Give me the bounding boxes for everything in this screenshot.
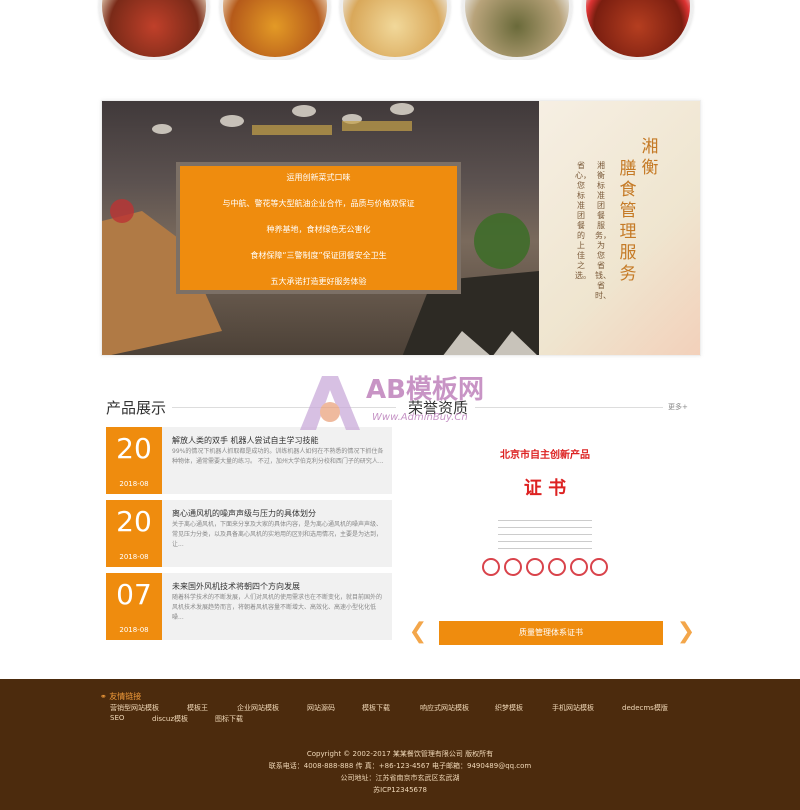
- vertical-text-1: 湘衡标准团餐服务，为您省钱、省时、: [595, 161, 611, 300]
- certificate-fragment: [420, 458, 480, 468]
- vertical-text-2: 省心，您标准团餐的上佳之选。: [575, 161, 591, 280]
- certificate-right[interactable]: [612, 448, 662, 608]
- copyright: Copyright © 2002-2017 某某餐饮管理有限公司 版权所有: [306, 750, 494, 758]
- contact-info: 联系电话：4008-888-888 传 真：+86-123-4567 电子邮箱：…: [268, 762, 532, 770]
- news-title[interactable]: 解放人类的双手 机器人尝试自主学习技能: [172, 435, 319, 446]
- seal-icon: [590, 558, 608, 576]
- news-day: 07: [116, 578, 152, 611]
- news-day: 20: [116, 432, 152, 465]
- feature-line: 与中航、警花等大型航油企业合作，品质与价格双保证: [222, 199, 415, 208]
- friend-link[interactable]: 营销型网站模板: [110, 703, 159, 713]
- friend-link[interactable]: 企业网站模板: [237, 703, 279, 713]
- links-title: ⚭ 友情链接: [100, 691, 141, 702]
- icp-number[interactable]: 苏ICP12345678: [0, 785, 800, 795]
- vertical-title-1: 湘衡: [641, 137, 659, 178]
- certificate-lines: [498, 514, 592, 554]
- feature-line: 种养基地，食材绿色无公害化: [266, 225, 371, 234]
- vertical-title-2: 膳食管理服务: [619, 159, 637, 284]
- news-date: 20 2018-08: [106, 500, 162, 567]
- seal-icon: [504, 558, 522, 576]
- news-date: 07 2018-08: [106, 573, 162, 640]
- watermark-logo: AB模板网 Www.AdminBuy.Cn: [300, 375, 484, 430]
- friend-link[interactable]: 织梦模板: [495, 703, 523, 713]
- products-title: 产品展示: [106, 399, 167, 417]
- news-month: 2018-08: [119, 553, 149, 561]
- news-item[interactable]: 07 2018-08 未来国外风机技术将朝四个方向发展 随着科学技术的不断发展，…: [106, 573, 392, 640]
- news-day: 20: [116, 505, 152, 538]
- seal-icon: [570, 558, 588, 576]
- dish-image[interactable]: [99, 0, 209, 60]
- certificate-left[interactable]: [420, 448, 480, 608]
- footer: ⚭ 友情链接 营销型网站模板 模板王 企业网站模板 网站源码 模板下载 响应式网…: [0, 679, 800, 810]
- banner-feature-box: 运用创新菜式口味 与中航、警花等大型航油企业合作，品质与价格双保证 种养基地，食…: [176, 162, 461, 294]
- dish-image[interactable]: [340, 0, 450, 60]
- certificate-caption-button[interactable]: 质量管理体系证书: [439, 621, 663, 645]
- friend-link[interactable]: 模板王: [187, 703, 208, 713]
- watermark-url: Www.AdminBuy.Cn: [372, 412, 468, 423]
- news-desc: 99%的情况下机器人抓取都是成功的。训练机器人如何在不熟悉的情况下抓住各种物体，…: [172, 448, 384, 465]
- friend-link[interactable]: 手机网站模板: [552, 703, 594, 713]
- more-link[interactable]: 更多+: [668, 402, 688, 412]
- address: 公司地址：江苏省南京市玄武区玄武湖: [340, 774, 460, 782]
- news-date: 20 2018-08: [106, 427, 162, 494]
- dish-image[interactable]: [220, 0, 330, 60]
- watermark-text: AB模板网: [366, 375, 484, 405]
- news-desc: 随着科学技术的不断发展，人们对风机的使用需求也在不断变化，就目前国外的风机技术发…: [172, 594, 383, 621]
- feature-line: 食材保障“三警制度”保证团餐安全卫生: [250, 251, 387, 260]
- certificate-title: 北京市自主创新产品: [500, 450, 590, 461]
- friend-link[interactable]: dedecms模版: [622, 703, 668, 713]
- prev-arrow-icon[interactable]: ❮: [408, 621, 428, 643]
- next-arrow-icon[interactable]: ❯: [676, 621, 696, 643]
- feature-line: 五大承诺打造更好服务体验: [270, 277, 367, 286]
- news-title[interactable]: 未来国外风机技术将朝四个方向发展: [172, 581, 300, 592]
- links-title-text: 友情链接: [109, 692, 142, 701]
- friend-link[interactable]: SEO: [110, 714, 124, 722]
- seal-icon: [526, 558, 544, 576]
- seal-icon: [548, 558, 566, 576]
- seal-icon: [482, 558, 500, 576]
- certificate-subtitle: 证 书: [523, 478, 567, 499]
- friend-link[interactable]: 网站源码: [307, 703, 335, 713]
- dish-image[interactable]: [583, 0, 693, 60]
- news-month: 2018-08: [119, 626, 149, 634]
- certificate-main[interactable]: 北京市自主创新产品 证 书: [480, 440, 610, 600]
- news-month: 2018-08: [119, 480, 149, 488]
- news-title[interactable]: 离心通风机的噪声声级与压力的具体划分: [172, 508, 316, 519]
- news-item[interactable]: 20 2018-08 离心通风机的噪声声级与压力的具体划分 关于离心通风机，下面…: [106, 500, 392, 567]
- dish-image[interactable]: [462, 0, 572, 60]
- friend-link[interactable]: 模板下载: [362, 703, 390, 713]
- friend-link[interactable]: 响应式网站模板: [420, 703, 469, 713]
- dish-gallery: [0, 0, 800, 60]
- service-panel: 湘衡 膳食管理服务 湘衡标准团餐服务，为您省钱、省时、 省心，您标准团餐的上佳之…: [539, 101, 700, 355]
- news-desc: 关于离心通风机，下面来分享及大家的具体内容，是为离心通风机的噪声声级、常见压力分…: [172, 521, 383, 548]
- friend-link[interactable]: 图标下载: [215, 714, 243, 724]
- link-icon: ⚭: [100, 692, 107, 701]
- feature-line: 运用创新菜式口味: [286, 173, 351, 182]
- friend-link[interactable]: discuz模板: [152, 714, 188, 724]
